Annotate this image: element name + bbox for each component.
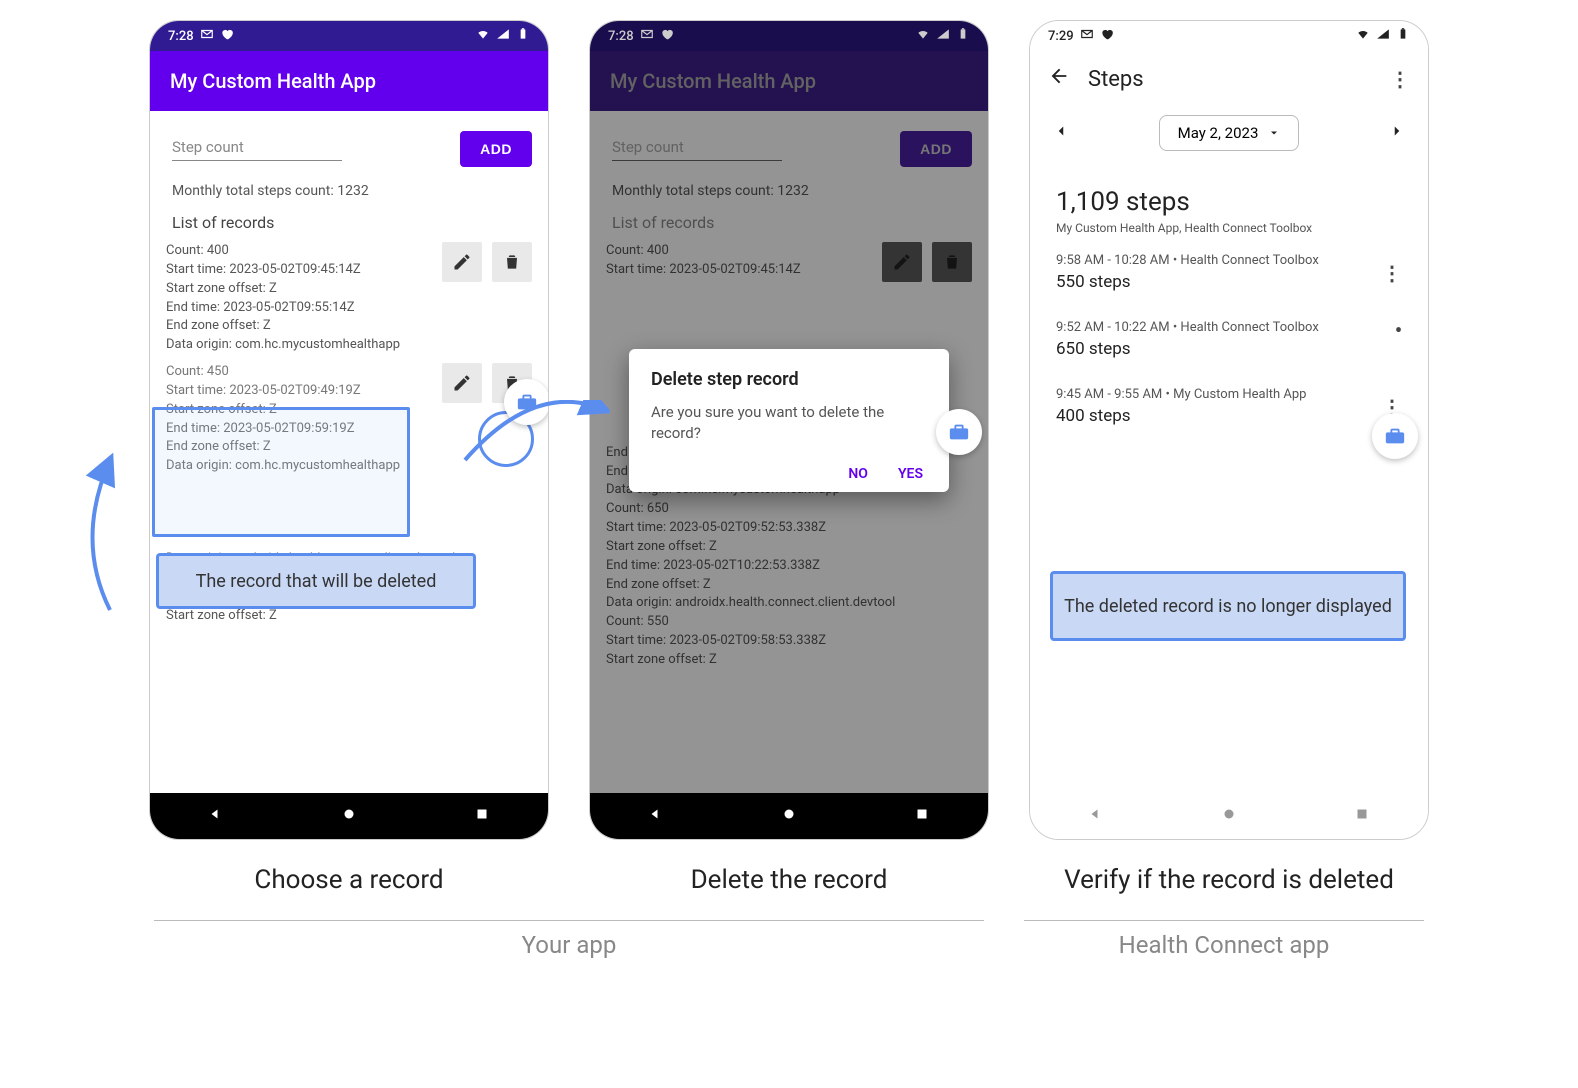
step-count-input[interactable]: Step count — [172, 138, 342, 161]
statusbar-2: 7:28 — [590, 21, 988, 51]
signal-icon — [936, 27, 950, 45]
edit-button[interactable] — [442, 242, 482, 282]
diagram-stage: 7:28 — [20, 20, 1558, 898]
fab-toolbox[interactable] — [504, 379, 548, 425]
hc-appbar: Steps ⋮ — [1030, 51, 1428, 107]
section-health-connect: Health Connect app — [1024, 920, 1424, 959]
col-delete-record: 7:28 My Custom Health App Step co — [589, 20, 989, 898]
chevron-down-icon — [1268, 127, 1280, 139]
gmail-icon — [1080, 27, 1094, 45]
entry-more-icon[interactable]: ⋮ — [1382, 261, 1402, 285]
content-1: Step count ADD Monthly total steps count… — [150, 111, 548, 793]
statusbar-3: 7:29 — [1030, 21, 1428, 51]
dialog-no-button[interactable]: NO — [848, 466, 868, 482]
toolbox-icon — [948, 421, 970, 443]
android-navbar — [1030, 793, 1428, 839]
app-title: My Custom Health App — [170, 69, 376, 93]
trash-icon — [502, 252, 522, 272]
heart-icon — [660, 27, 674, 45]
hc-entry: 9:52 AM - 10:22 AM • Health Connect Tool… — [1030, 306, 1428, 373]
col-choose-record: 7:28 — [149, 20, 549, 898]
phone-2: 7:28 My Custom Health App Step co — [589, 20, 989, 840]
caption-3: Verify if the record is deleted — [1064, 864, 1394, 898]
pencil-icon — [452, 252, 472, 272]
gmail-icon — [200, 27, 214, 45]
nav-home-icon[interactable] — [1220, 805, 1238, 827]
caption-2: Delete the record — [691, 864, 888, 898]
chevron-right-icon[interactable] — [1388, 122, 1406, 144]
nav-recents-icon[interactable] — [473, 805, 491, 827]
hc-entry: 9:45 AM - 9:55 AM • My Custom Health App… — [1030, 373, 1428, 440]
hc-sources: My Custom Health App, Health Connect Too… — [1056, 221, 1402, 235]
android-navbar — [150, 793, 548, 839]
dialog-yes-button[interactable]: YES — [898, 466, 923, 482]
date-picker-chip[interactable]: May 2, 2023 — [1159, 115, 1300, 151]
signal-icon — [1376, 27, 1390, 45]
appbar-1: My Custom Health App — [150, 51, 548, 111]
nav-back-icon[interactable] — [207, 805, 225, 827]
chevron-left-icon[interactable] — [1052, 122, 1070, 144]
annotation-record-removed: The deleted record is no longer displaye… — [1050, 571, 1406, 641]
delete-dialog: Delete step record Are you sure you want… — [629, 349, 949, 492]
hc-total-steps: 1,109 steps — [1056, 187, 1402, 217]
battery-icon — [1396, 27, 1410, 45]
wifi-icon — [1356, 27, 1370, 45]
nav-home-icon[interactable] — [780, 805, 798, 827]
statusbar-1: 7:28 — [150, 21, 548, 51]
annotation-record-to-delete: The record that will be deleted — [156, 553, 476, 609]
monthly-total: Monthly total steps count: 1232 — [160, 167, 538, 207]
hc-total: 1,109 steps My Custom Health App, Health… — [1030, 159, 1428, 239]
hc-date-nav: May 2, 2023 — [1030, 107, 1428, 159]
toolbox-icon — [1384, 425, 1406, 447]
caption-1: Choose a record — [254, 864, 443, 898]
heart-icon — [220, 27, 234, 45]
hc-entry: 9:58 AM - 10:28 AM • Health Connect Tool… — [1030, 239, 1428, 306]
nav-back-icon[interactable] — [1087, 805, 1105, 827]
back-arrow-icon[interactable] — [1048, 65, 1070, 93]
wifi-icon — [476, 27, 490, 45]
status-time: 7:29 — [1048, 29, 1074, 44]
arrow-callout-to-record — [80, 440, 160, 620]
fab-toolbox[interactable] — [936, 409, 982, 455]
signal-icon — [496, 27, 510, 45]
highlight-selected-record — [152, 407, 410, 537]
phone-1: 7:28 — [149, 20, 549, 840]
more-menu-icon[interactable]: ⋮ — [1390, 67, 1410, 91]
nav-home-icon[interactable] — [340, 805, 358, 827]
section-labels: Your app Health Connect app — [20, 920, 1558, 959]
dialog-title: Delete step record — [651, 369, 927, 390]
nav-back-icon[interactable] — [647, 805, 665, 827]
record-item: Count: 400 Start time: 2023-05-02T09:45:… — [160, 240, 538, 357]
heart-icon — [1100, 27, 1114, 45]
nav-recents-icon[interactable] — [1353, 805, 1371, 827]
list-header: List of records — [160, 207, 538, 240]
battery-icon — [956, 27, 970, 45]
entry-more-icon[interactable]: • — [1395, 318, 1402, 342]
dialog-body: Are you sure you want to delete the reco… — [651, 402, 927, 444]
hc-page-title: Steps — [1088, 67, 1144, 92]
pencil-icon — [452, 373, 472, 393]
phone-3: 7:29 Steps ⋮ — [1029, 20, 1429, 840]
delete-button[interactable] — [492, 242, 532, 282]
fab-toolbox[interactable] — [1372, 413, 1418, 459]
wifi-icon — [916, 27, 930, 45]
toolbox-icon — [516, 391, 538, 413]
status-time: 7:28 — [608, 29, 634, 44]
add-button[interactable]: ADD — [460, 131, 532, 167]
status-time: 7:28 — [168, 29, 194, 44]
section-your-app: Your app — [154, 920, 984, 959]
col-verify-record: 7:29 Steps ⋮ — [1029, 20, 1429, 898]
edit-button[interactable] — [442, 363, 482, 403]
gmail-icon — [640, 27, 654, 45]
android-navbar — [590, 793, 988, 839]
nav-recents-icon[interactable] — [913, 805, 931, 827]
battery-icon — [516, 27, 530, 45]
